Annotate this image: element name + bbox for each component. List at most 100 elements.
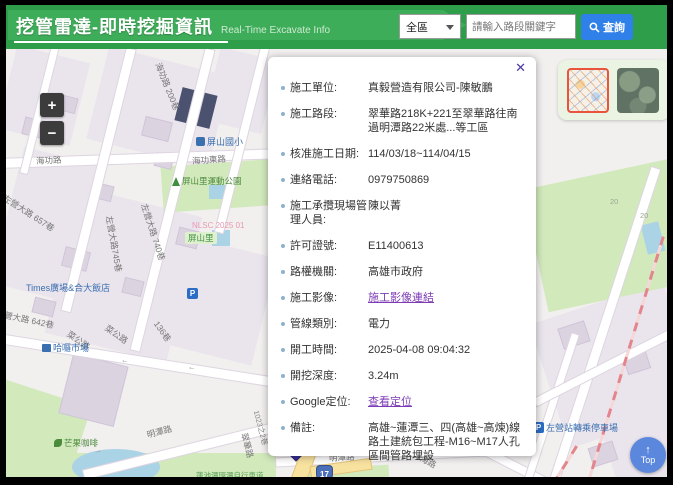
up-arrow-icon: ↑ xyxy=(645,445,651,455)
poi-zuoying-station-parking: P左營站轉乘停車場 xyxy=(533,421,618,434)
school-icon xyxy=(196,137,205,146)
map-label-text: NLSC 2025 01 xyxy=(192,221,244,230)
layer-satellite-thumb[interactable] xyxy=(617,68,659,113)
popup-row: 連絡電話:0979750869 xyxy=(281,173,526,187)
back-to-top-button[interactable]: ↑ Top xyxy=(630,437,666,473)
map-label-text: 哈囉市場 xyxy=(53,341,89,354)
bullet-icon xyxy=(281,400,285,404)
close-icon[interactable]: ✕ xyxy=(515,61,526,75)
map-label-text: ← xyxy=(187,362,196,372)
field-value[interactable]: 查看定位 xyxy=(368,395,526,409)
field-value: 3.24m xyxy=(368,369,526,383)
map-label-text: 屏山國小 xyxy=(207,135,243,148)
bullet-icon xyxy=(281,86,285,90)
popup-row: 管線類別:電力 xyxy=(281,317,526,331)
popup-row: 施工路段:翠華路218K+221至翠華路往南過明潭路22米處...等工區 xyxy=(281,107,526,135)
parking-icon: P xyxy=(187,288,198,299)
bullet-icon xyxy=(281,374,285,378)
map-label-text: ← xyxy=(120,355,129,365)
field-value: 電力 xyxy=(368,317,526,331)
map-label: 海功東路 xyxy=(192,153,227,167)
popup-row: 施工承攬現場管理人員:陳以菁 xyxy=(281,199,526,227)
highway-17-shield: 17 xyxy=(317,466,332,477)
bullet-icon xyxy=(281,348,285,352)
field-value: 114/03/18~114/04/15 xyxy=(368,147,526,161)
popup-row: 施工影像:施工影像連結 xyxy=(281,291,526,305)
excavation-info-popup: ✕ 施工單位:真毅營造有限公司-陳敏鵬施工路段:翠華路218K+221至翠華路往… xyxy=(268,57,536,456)
map-label-text: Times廣場&合大飯店 xyxy=(26,281,110,294)
search-button[interactable]: 查詢 xyxy=(581,14,633,40)
zoom-out-button[interactable]: − xyxy=(40,121,64,145)
page-subtitle: Real-Time Excavate Info xyxy=(221,25,330,36)
poi-pingshan-sports-park: 屏山里運動公園 xyxy=(172,175,242,187)
layer-street-thumb[interactable] xyxy=(567,68,609,113)
header-controls: 全區 查詢 xyxy=(399,14,633,40)
field-value: E11400613 xyxy=(368,239,526,253)
cart-icon xyxy=(42,344,51,352)
map-label: → xyxy=(93,445,103,456)
field-value: 0979750869 xyxy=(368,173,526,187)
map-label-text: 蓮池潭環潭自行車道 xyxy=(196,470,264,477)
field-value: 高雄市政府 xyxy=(368,265,526,279)
bullet-icon xyxy=(281,152,285,156)
field-value: 翠華路218K+221至翠華路往南過明潭路22米處...等工區 xyxy=(368,107,526,135)
field-label: 施工承攬現場管理人員: xyxy=(290,199,368,227)
popup-rows: 施工單位:真毅營造有限公司-陳敏鵬施工路段:翠華路218K+221至翠華路往南過… xyxy=(281,81,526,463)
map-label-text: 屏山里運動公園 xyxy=(182,175,242,187)
field-value: 陳以菁 xyxy=(368,199,526,213)
map-label-text: 20 xyxy=(610,197,618,206)
page-title: 挖管雷達-即時挖掘資訊 xyxy=(16,13,213,39)
poi-parking: P xyxy=(187,288,200,299)
title-underline xyxy=(14,41,228,43)
map-label-text: 20 xyxy=(640,211,648,220)
field-label: 施工單位: xyxy=(290,81,368,95)
zoom-in-button[interactable]: + xyxy=(40,93,64,117)
map-label-text: 海功路 xyxy=(36,154,62,167)
district-select[interactable]: 全區 xyxy=(399,14,461,39)
poi-mango-cafe: 芒果咖啡 xyxy=(54,437,98,449)
map-label-text: → xyxy=(93,445,103,456)
screenshot-frame: 挖管雷達-即時挖掘資訊 Real-Time Excavate Info 全區 查… xyxy=(0,0,673,485)
bullet-icon xyxy=(281,322,285,326)
field-label: Google定位: xyxy=(290,395,368,409)
map-label-text: 海功東路 xyxy=(192,153,227,167)
bullet-icon xyxy=(281,178,285,182)
field-label: 連絡電話: xyxy=(290,173,368,187)
field-label: 管線類別: xyxy=(290,317,368,331)
popup-row: 施工單位:真毅營造有限公司-陳敏鵬 xyxy=(281,81,526,95)
field-label: 施工影像: xyxy=(290,291,368,305)
field-label: 開挖深度: xyxy=(290,369,368,383)
tree-icon xyxy=(172,177,180,186)
poi-times-plaza-hotel: Times廣場&合大飯店 xyxy=(26,281,110,294)
field-label: 許可證號: xyxy=(290,239,368,253)
field-label: 開工時間: xyxy=(290,343,368,357)
map-label: 海功路 xyxy=(36,154,62,167)
title-wrap: 挖管雷達-即時挖掘資訊 Real-Time Excavate Info xyxy=(16,13,330,39)
district-pingshan: 屏山里 xyxy=(185,232,217,244)
search-icon xyxy=(589,22,600,33)
search-button-label: 查詢 xyxy=(603,19,625,35)
poi-hello-market: 哈囉市場 xyxy=(42,341,89,354)
bullet-icon xyxy=(281,244,285,248)
header-bar: 挖管雷達-即時挖掘資訊 Real-Time Excavate Info 全區 查… xyxy=(6,5,667,49)
map-watermark: NLSC 2025 01 xyxy=(192,221,244,230)
popup-row: 許可證號:E11400613 xyxy=(281,239,526,253)
map-label: ← xyxy=(187,362,196,372)
popup-row: 開挖深度:3.24m xyxy=(281,369,526,383)
search-input[interactable] xyxy=(466,14,576,39)
field-value[interactable]: 施工影像連結 xyxy=(368,291,526,305)
bullet-icon xyxy=(281,204,285,208)
popup-row: 備註:高雄~蓮潭三、四(高雄~高煉)線路土建統包工程-M16~M17人孔區間管路… xyxy=(281,421,526,463)
map-label: 20 xyxy=(640,211,648,220)
field-label: 核准施工日期: xyxy=(290,147,368,161)
bullet-icon xyxy=(281,270,285,274)
popup-row: 核准施工日期:114/03/18~114/04/15 xyxy=(281,147,526,161)
layer-switcher xyxy=(558,60,667,120)
map-label-text: 左營站轉乘停車場 xyxy=(546,421,618,434)
app-window: 挖管雷達-即時挖掘資訊 Real-Time Excavate Info 全區 查… xyxy=(6,5,667,477)
poi-pingshan-elementary: 屏山國小 xyxy=(196,135,243,148)
field-label: 備註: xyxy=(290,421,368,435)
top-button-label: Top xyxy=(641,455,656,465)
cycleway-label: 蓮池潭環潭自行車道 xyxy=(196,470,264,477)
popup-row: 開工時間:2025-04-08 09:04:32 xyxy=(281,343,526,357)
